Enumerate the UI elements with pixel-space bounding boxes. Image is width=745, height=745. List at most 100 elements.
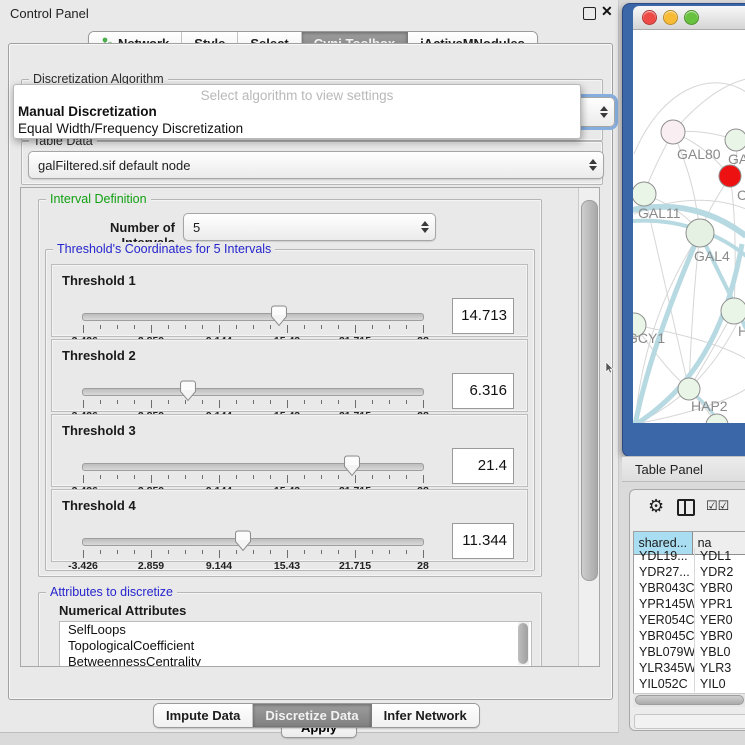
attributes-list-scrollbar[interactable] <box>518 622 529 665</box>
slider-tick <box>270 550 271 554</box>
table-row[interactable]: YLR345WYLR3 <box>634 660 745 676</box>
network-node[interactable] <box>725 129 745 151</box>
zoom-light-icon[interactable] <box>684 10 699 25</box>
slider-tick <box>338 400 339 404</box>
table-data-combobox[interactable]: galFiltered.sif default node <box>28 151 604 179</box>
network-node[interactable] <box>686 219 714 247</box>
table-row[interactable]: YER054CYER0 <box>634 612 745 628</box>
threshold-value-field[interactable]: 14.713 <box>452 298 514 334</box>
tab-impute-data[interactable]: Impute Data <box>154 704 253 727</box>
slider-tick <box>423 400 424 408</box>
scrollbar-thumb[interactable] <box>635 695 744 705</box>
slider-tick-label: 2.859 <box>126 560 176 572</box>
cell-shared-name[interactable]: YBR043C <box>634 580 695 596</box>
cell-name[interactable]: YDR2 <box>695 564 745 580</box>
slider-track[interactable] <box>82 388 424 396</box>
attribute-list-item[interactable]: SelfLoops <box>60 622 531 638</box>
cell-name[interactable]: YBR0 <box>695 580 745 596</box>
slider-track[interactable] <box>82 463 424 471</box>
cell-shared-name[interactable]: YBR045C <box>634 628 695 644</box>
table-row[interactable]: YDL19...YDL1 <box>634 548 745 564</box>
checkbox-pair-icon[interactable]: ☑☑ <box>706 498 729 514</box>
network-node[interactable] <box>678 378 700 400</box>
slider-tick <box>270 400 271 404</box>
slider-tick <box>338 550 339 554</box>
network-node[interactable] <box>719 165 741 187</box>
network-node[interactable] <box>661 120 685 144</box>
mouse-cursor <box>605 362 615 374</box>
table-horizontal-scrollbar[interactable] <box>633 693 745 707</box>
minimize-light-icon[interactable] <box>663 10 678 25</box>
cell-shared-name[interactable]: YPR145W <box>634 596 695 612</box>
desktop: Control Panel ✕ NetworkStyleSelectCyni T… <box>0 0 745 745</box>
slider-tick <box>219 325 220 333</box>
split-columns-icon[interactable] <box>677 499 695 516</box>
slider-tick <box>219 475 220 483</box>
threshold-value-field[interactable]: 21.4 <box>452 448 514 484</box>
table-panel-footer <box>634 714 745 729</box>
cell-shared-name[interactable]: YIL052C <box>634 676 695 692</box>
numerical-attributes-list[interactable]: SelfLoopsTopologicalCoefficientBetweenne… <box>59 621 532 667</box>
threshold-value-field[interactable]: 11.344 <box>452 523 514 559</box>
slider-tick <box>83 550 84 558</box>
table-row[interactable]: YIL052CYIL0 <box>634 676 745 692</box>
slider-track[interactable] <box>82 538 424 546</box>
threshold-value-field[interactable]: 6.316 <box>452 373 514 409</box>
cell-shared-name[interactable]: YDL19... <box>634 548 695 564</box>
number-of-intervals-combobox[interactable]: 5 <box>183 213 436 241</box>
dropdown-prompt-item[interactable]: Select algorithm to view settings <box>14 85 580 103</box>
cell-name[interactable]: YER0 <box>695 612 745 628</box>
cell-name[interactable]: YPR1 <box>695 596 745 612</box>
table-row[interactable]: YBL079WYBL0 <box>634 644 745 660</box>
gear-icon[interactable]: ⚙ <box>648 496 664 517</box>
tab-infer-network[interactable]: Infer Network <box>372 704 479 727</box>
slider-thumb-icon[interactable] <box>343 455 361 477</box>
dropdown-item-manual-discretization[interactable]: Manual Discretization <box>14 103 580 120</box>
numerical-attributes-label: Numerical Attributes <box>59 603 186 618</box>
table-row[interactable]: YBR045CYBR0 <box>634 628 745 644</box>
settings-scrollbar[interactable] <box>578 188 599 666</box>
slider-track[interactable] <box>82 313 424 321</box>
network-node[interactable] <box>706 414 728 423</box>
slider-thumb-icon[interactable] <box>234 530 252 552</box>
slider-tick <box>100 400 101 404</box>
network-window-titlebar[interactable] <box>633 6 745 30</box>
cell-shared-name[interactable]: YLR345W <box>634 660 695 676</box>
cell-shared-name[interactable]: YER054C <box>634 612 695 628</box>
slider-tick <box>100 325 101 329</box>
slider-tick <box>185 325 186 329</box>
cyni-bottom-tabs: Impute DataDiscretize DataInfer Network <box>153 703 480 728</box>
table-panel-header[interactable]: Table Panel <box>622 456 745 482</box>
scrollbar-thumb[interactable] <box>581 200 598 581</box>
slider-tick <box>134 400 135 404</box>
table-header-row: shared... na <box>634 532 745 548</box>
slider-thumb-icon[interactable] <box>270 305 288 327</box>
threshold-panel: Threshold 1 14.713 -3.4262.8599.14415.43… <box>51 264 528 337</box>
slider-tick <box>372 475 373 479</box>
attribute-list-item[interactable]: BetweennessCentrality <box>60 654 531 667</box>
network-canvas[interactable]: GAL80GACGAL11GAL4GCY1HHAP2 <box>633 30 745 423</box>
close-light-icon[interactable] <box>642 10 657 25</box>
float-window-icon[interactable] <box>583 7 596 20</box>
slider-tick <box>406 475 407 479</box>
slider-thumb-icon[interactable] <box>179 380 197 402</box>
cell-shared-name[interactable]: YDR27... <box>634 564 695 580</box>
table-row[interactable]: YBR043CYBR0 <box>634 580 745 596</box>
table-row[interactable]: YDR27...YDR2 <box>634 564 745 580</box>
network-node[interactable] <box>633 182 656 206</box>
dropdown-item-equal-width-frequency[interactable]: Equal Width/Frequency Discretization <box>14 120 580 137</box>
slider-tick <box>321 550 322 554</box>
cell-name[interactable]: YBL0 <box>695 644 745 660</box>
cell-name[interactable]: YBR0 <box>695 628 745 644</box>
slider-tick <box>202 400 203 404</box>
cell-name[interactable]: YLR3 <box>695 660 745 676</box>
cell-shared-name[interactable]: YBL079W <box>634 644 695 660</box>
cell-name[interactable]: YIL0 <box>695 676 745 692</box>
table-row[interactable]: YPR145WYPR1 <box>634 596 745 612</box>
close-icon[interactable]: ✕ <box>601 3 613 20</box>
cell-name[interactable]: YDL1 <box>695 548 745 564</box>
slider-tick <box>355 550 356 558</box>
network-node[interactable] <box>721 298 745 324</box>
attribute-list-item[interactable]: TopologicalCoefficient <box>60 638 531 654</box>
tab-discretize-data[interactable]: Discretize Data <box>253 704 371 727</box>
